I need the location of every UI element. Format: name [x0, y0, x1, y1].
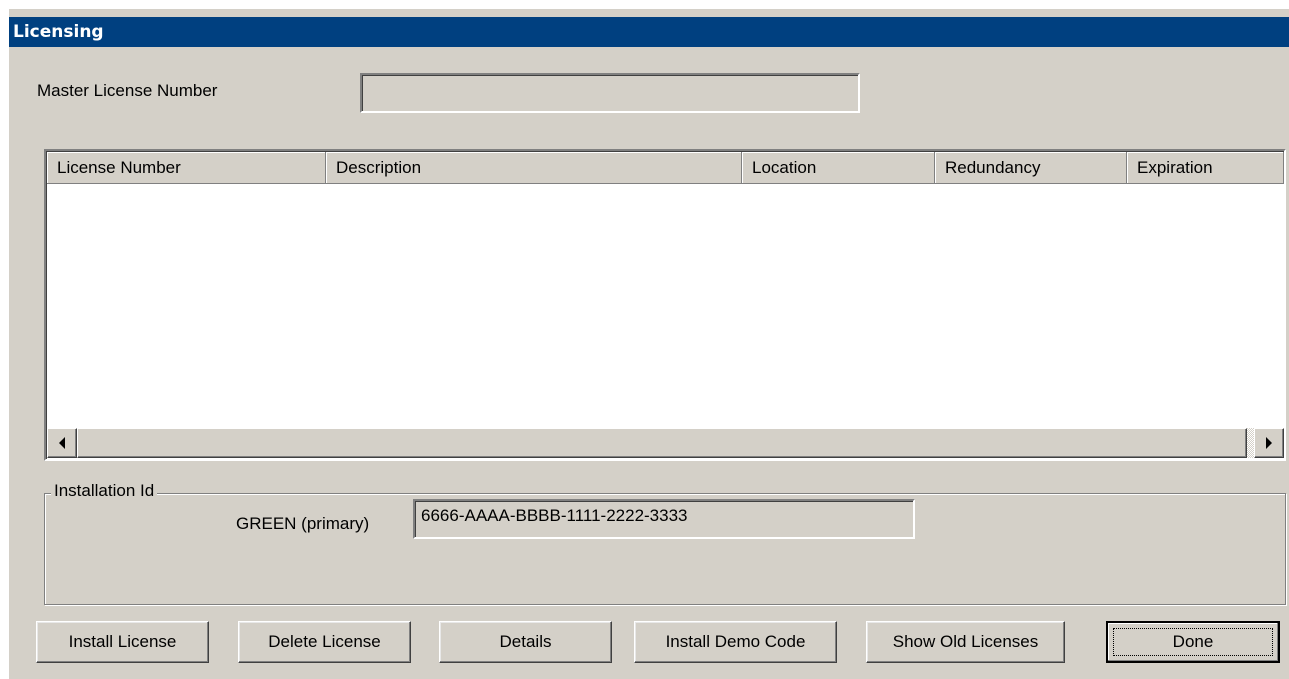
arrow-right-icon: [1266, 437, 1272, 449]
done-button[interactable]: Done: [1106, 621, 1280, 663]
install-license-button[interactable]: Install License: [36, 621, 209, 663]
installation-id-field[interactable]: 6666-AAAA-BBBB-1111-2222-3333: [413, 499, 915, 539]
arrow-left-icon: [59, 437, 65, 449]
column-redundancy[interactable]: Redundancy: [935, 152, 1127, 184]
host-label: GREEN (primary): [236, 514, 370, 533]
window-title: Licensing: [9, 17, 1289, 47]
show-old-licenses-button[interactable]: Show Old Licenses: [866, 621, 1065, 663]
scroll-thumb[interactable]: [77, 428, 1247, 458]
horizontal-scrollbar[interactable]: [47, 428, 1284, 458]
details-button[interactable]: Details: [439, 621, 612, 663]
delete-license-button[interactable]: Delete License: [238, 621, 411, 663]
install-demo-code-button[interactable]: Install Demo Code: [634, 621, 837, 663]
done-button-label: Done: [1113, 628, 1273, 656]
scroll-left-button[interactable]: [47, 428, 77, 458]
column-location[interactable]: Location: [742, 152, 935, 184]
column-description[interactable]: Description: [326, 152, 742, 184]
master-license-field[interactable]: [360, 73, 860, 113]
license-list-header: License Number Description Location Redu…: [47, 152, 1284, 184]
license-list[interactable]: License Number Description Location Redu…: [44, 149, 1286, 461]
installation-id-group-label: Installation Id: [51, 481, 158, 501]
column-license-number[interactable]: License Number: [47, 152, 326, 184]
licensing-dialog: Licensing Master License Number License …: [8, 8, 1289, 679]
scroll-track[interactable]: [1247, 428, 1254, 458]
master-license-label: Master License Number: [37, 81, 218, 100]
scroll-right-button[interactable]: [1254, 428, 1284, 458]
column-expiration[interactable]: Expiration: [1127, 152, 1284, 184]
